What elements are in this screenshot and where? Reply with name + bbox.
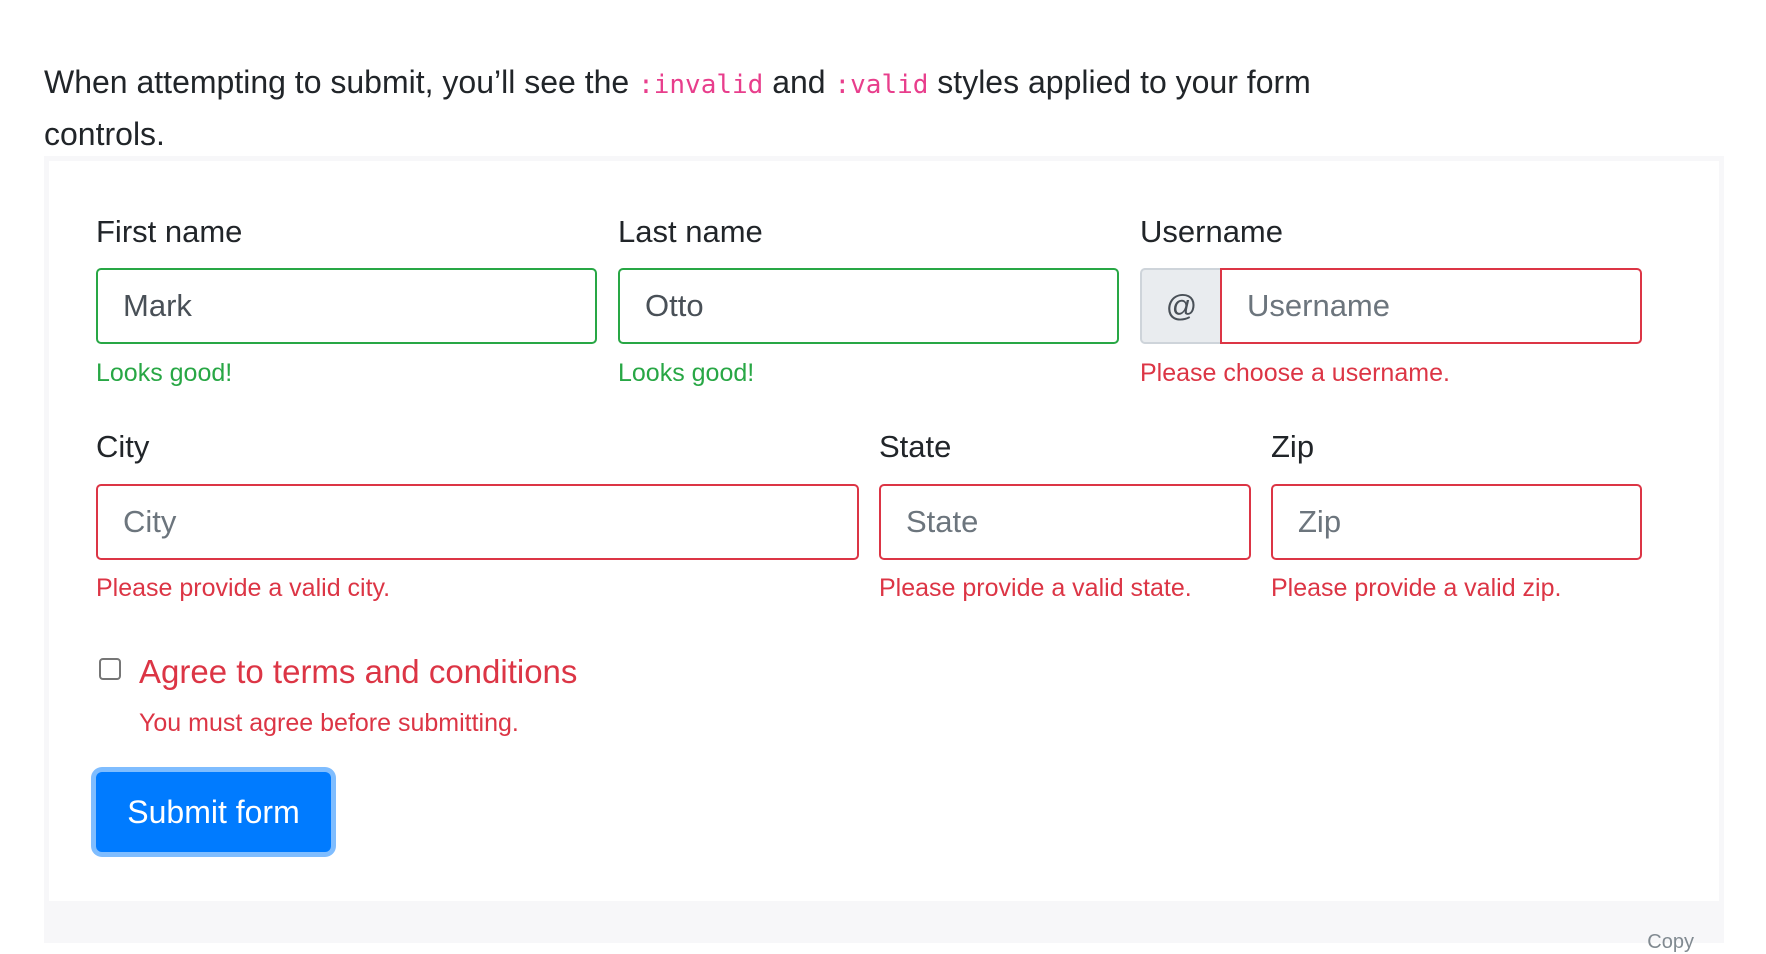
first-name-input[interactable]: Mark bbox=[96, 268, 597, 344]
code-valid: :valid bbox=[834, 70, 929, 100]
intro-paragraph: When attempting to submit, you’ll see th… bbox=[44, 58, 1384, 159]
state-label: State bbox=[879, 429, 952, 464]
username-feedback: Please choose a username. bbox=[1140, 359, 1450, 387]
code-invalid: :invalid bbox=[638, 70, 764, 100]
first-name-feedback: Looks good! bbox=[96, 359, 233, 387]
state-input[interactable]: State bbox=[879, 484, 1251, 560]
username-label: Username bbox=[1140, 214, 1283, 249]
city-label: City bbox=[96, 429, 150, 464]
code-example-strip: Copy bbox=[44, 901, 1724, 953]
zip-feedback: Please provide a valid zip. bbox=[1271, 574, 1562, 602]
zip-label: Zip bbox=[1271, 429, 1315, 464]
intro-text-before: When attempting to submit, you’ll see th… bbox=[44, 64, 639, 100]
city-input[interactable]: City bbox=[96, 484, 859, 560]
last-name-feedback: Looks good! bbox=[618, 359, 755, 387]
submit-form-button[interactable]: Submit form bbox=[96, 772, 331, 852]
intro-text-between: and bbox=[763, 64, 835, 100]
agree-checkbox[interactable] bbox=[99, 658, 121, 680]
agree-label[interactable]: Agree to terms and conditions bbox=[139, 655, 577, 688]
at-sign-prepend: @ bbox=[1140, 268, 1221, 344]
city-feedback: Please provide a valid city. bbox=[96, 574, 391, 602]
first-name-label: First name bbox=[96, 214, 243, 249]
state-feedback: Please provide a valid state. bbox=[879, 574, 1192, 602]
zip-input[interactable]: Zip bbox=[1271, 484, 1642, 560]
agree-feedback: You must agree before submitting. bbox=[139, 709, 519, 737]
last-name-input[interactable]: Otto bbox=[618, 268, 1119, 344]
username-input[interactable]: Username bbox=[1220, 268, 1642, 344]
last-name-label: Last name bbox=[618, 214, 763, 249]
